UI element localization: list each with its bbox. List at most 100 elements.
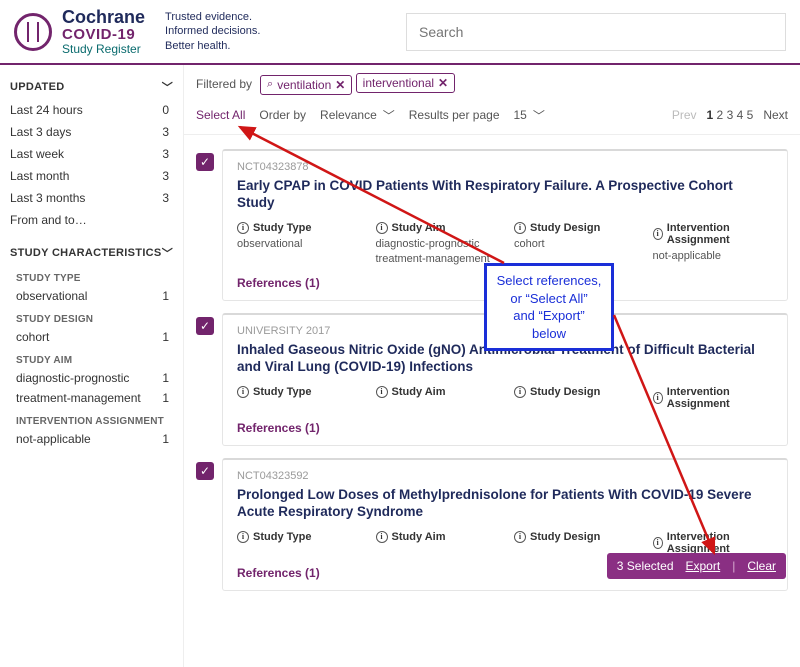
pager-page[interactable]: 5 — [747, 108, 754, 122]
meta-assign-label: iIntervention Assignment — [653, 531, 774, 555]
sidebar-aim-item-label: treatment-management — [16, 391, 141, 405]
info-icon: i — [237, 386, 249, 398]
meta-aim-value — [376, 543, 497, 546]
selected-count: 3 Selected — [617, 559, 674, 573]
result-id: NCT04323592 — [237, 470, 773, 482]
meta-type: iStudy Typeobservational — [237, 222, 358, 268]
sidebar-type-item[interactable]: observational1 — [10, 286, 183, 306]
sidebar-updated-item[interactable]: Last 24 hours 0 — [10, 99, 183, 121]
pager-page[interactable]: 2 — [717, 108, 724, 122]
sidebar-intassign-item[interactable]: not-applicable1 — [10, 429, 183, 449]
brand-line-1: Cochrane — [62, 8, 145, 27]
sidebar-intassign-item-count: 1 — [162, 432, 169, 446]
result-title[interactable]: Early CPAP in COVID Patients With Respir… — [237, 177, 773, 212]
meta-assign-label: iIntervention Assignment — [653, 222, 774, 246]
sidebar-aim-item[interactable]: diagnostic-prognostic 1 — [10, 368, 183, 388]
sidebar-type-item-count: 1 — [162, 289, 169, 303]
sidebar-updated-item[interactable]: Last 3 months3 — [10, 187, 183, 209]
info-icon: i — [653, 228, 663, 240]
brand-line-2: COVID-19 — [62, 27, 145, 43]
sidebar-updated-item[interactable]: Last 3 days3 — [10, 121, 183, 143]
sidebar-updated-item-count: 0 — [162, 103, 169, 117]
meta-type-label: iStudy Type — [237, 222, 358, 234]
info-icon: i — [514, 386, 526, 398]
pager-page[interactable]: 1 — [707, 108, 714, 122]
sidebar-updated-item[interactable]: Last month3 — [10, 165, 183, 187]
info-icon: i — [653, 392, 663, 404]
search-box — [406, 13, 786, 51]
meta-assign-label: iIntervention Assignment — [653, 386, 774, 410]
controls-row: Select All Order by Relevance ﹀ Results … — [184, 103, 800, 135]
info-icon: i — [376, 386, 388, 398]
tagline-3: Better health. — [165, 39, 260, 53]
search-input[interactable] — [406, 13, 786, 51]
info-icon: i — [514, 222, 526, 234]
references-link[interactable]: References (1) — [237, 421, 773, 435]
filter-chip[interactable]: ⌕ ventilation ✕ — [260, 75, 352, 95]
meta-aim-value: diagnostic-prognostictreatment-managemen… — [376, 234, 497, 268]
result-checkbox[interactable]: ✓ — [196, 153, 214, 171]
sidebar-updated-item-label: Last week — [10, 147, 64, 161]
pager-page[interactable]: 4 — [737, 108, 744, 122]
result-id: NCT04323878 — [237, 161, 773, 173]
sidebar-sub-aim: STUDY AIM — [10, 347, 183, 368]
close-icon[interactable]: ✕ — [335, 78, 345, 92]
tagline-2: Informed decisions. — [165, 24, 260, 38]
sidebar-section-characteristics[interactable]: STUDY CHARACTERISTICS ﹀ — [10, 241, 183, 265]
sidebar-aim-item-label: diagnostic-prognostic — [16, 371, 129, 385]
meta-aim-value — [376, 398, 497, 401]
filtered-by-label: Filtered by — [196, 77, 252, 91]
result-title[interactable]: Prolonged Low Doses of Methylprednisolon… — [237, 486, 773, 521]
result-meta-row: iStudy TypeiStudy AimiStudy DesigniInter… — [237, 386, 773, 413]
close-icon[interactable]: ✕ — [438, 76, 448, 90]
filter-row: Filtered by ⌕ ventilation ✕ interventional… — [184, 65, 800, 103]
tagline-1: Trusted evidence. — [165, 10, 260, 24]
sidebar-updated-item[interactable]: Last week3 — [10, 143, 183, 165]
sidebar-sub-design: STUDY DESIGN — [10, 306, 183, 327]
info-icon: i — [653, 537, 663, 549]
filter-chip-label: ventilation — [277, 78, 331, 92]
clear-link[interactable]: Clear — [747, 559, 776, 573]
pager-next[interactable]: Next — [763, 108, 788, 122]
export-link[interactable]: Export — [686, 559, 721, 573]
meta-assign: iIntervention Assignmentnot-applicable — [653, 222, 774, 268]
pager: Prev 1 2 3 4 5 Next — [672, 108, 788, 122]
meta-design-label: iStudy Design — [514, 386, 635, 398]
sidebar-aim-item-count: 1 — [162, 371, 169, 385]
chevron-down-icon: ﹀ — [162, 79, 173, 95]
sidebar-updated-item[interactable]: From and to… — [10, 209, 183, 231]
sidebar-updated-item-label: Last 24 hours — [10, 103, 83, 117]
app-header: Cochrane COVID-19 Study Register Trusted… — [0, 0, 800, 65]
select-all-link[interactable]: Select All — [196, 108, 245, 122]
sidebar-updated-label: UPDATED — [10, 81, 64, 93]
meta-assign-value — [653, 410, 774, 413]
meta-design: iStudy Design — [514, 386, 635, 413]
callout-line-1: Select references, — [493, 272, 605, 290]
sidebar-design-item[interactable]: cohort1 — [10, 327, 183, 347]
search-icon: ⌕ — [267, 78, 273, 91]
sidebar-sub-intassign: INTERVENTION ASSIGNMENT — [10, 408, 183, 429]
result-checkbox[interactable]: ✓ — [196, 317, 214, 335]
info-icon: i — [514, 531, 526, 543]
sidebar-aim-item[interactable]: treatment-management1 — [10, 388, 183, 408]
sidebar-updated-item-count: 3 — [162, 125, 169, 139]
info-icon: i — [376, 222, 388, 234]
results-per-page-dropdown[interactable]: 15 ﹀ — [514, 107, 545, 124]
sidebar-updated-item-label: From and to… — [10, 213, 87, 227]
selection-pill: 3 Selected Export | Clear — [607, 553, 786, 579]
filter-chip[interactable]: interventional✕ — [356, 73, 455, 93]
callout-line-2: or “Select All” — [493, 290, 605, 308]
meta-type-value — [237, 543, 358, 546]
order-by-dropdown[interactable]: Relevance ﹀ — [320, 107, 395, 124]
sidebar-section-updated[interactable]: UPDATED ﹀ — [10, 75, 183, 99]
cochrane-logo-icon — [14, 13, 52, 51]
pager-prev[interactable]: Prev — [672, 108, 697, 122]
result-checkbox[interactable]: ✓ — [196, 462, 214, 480]
meta-design-label: iStudy Design — [514, 531, 635, 543]
meta-type-label: iStudy Type — [237, 386, 358, 398]
pager-page[interactable]: 3 — [727, 108, 734, 122]
meta-design-value: cohort — [514, 234, 635, 252]
sidebar-design-item-label: cohort — [16, 330, 49, 344]
meta-type-value — [237, 398, 358, 401]
meta-design-value — [514, 543, 635, 546]
